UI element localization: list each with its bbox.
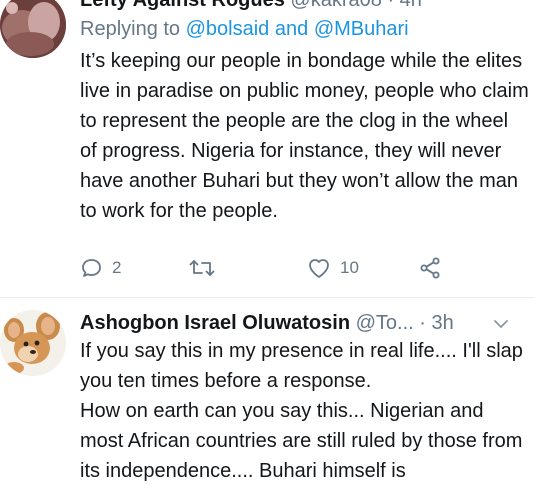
tweet-header: Ashogbon Israel Oluwatosin @To... · 3h [80, 311, 524, 335]
share-button[interactable] [418, 252, 442, 284]
tweet-header: Lefty Against Rogues @kakra08 · 4h [80, 0, 524, 12]
tweet-body: It’s keeping our people in bondage while… [80, 50, 529, 222]
separator-dot: · [419, 312, 432, 334]
tweet[interactable]: Lefty Against Rogues @kakra08 · 4h Reply… [0, 0, 534, 297]
replying-label: Replying to [80, 18, 181, 40]
avatar-image [0, 310, 66, 376]
avatar-image [0, 0, 66, 58]
mention-and[interactable]: and [275, 18, 308, 40]
reply-count: 2 [112, 258, 122, 277]
like-button[interactable]: 10 [306, 252, 359, 284]
mention-link[interactable]: @MBuhari [314, 18, 409, 40]
heart-icon [309, 259, 329, 278]
retweet-button[interactable] [188, 252, 224, 284]
timestamp[interactable]: 3h [431, 312, 453, 334]
share-icon [420, 257, 440, 279]
reply-button[interactable]: 2 [80, 252, 121, 284]
timestamp[interactable]: 4h [400, 0, 422, 11]
user-handle[interactable]: @kakra08 [290, 0, 381, 11]
like-count: 10 [340, 258, 359, 277]
tweet[interactable]: Ashogbon Israel Oluwatosin @To... · 3h I… [0, 298, 534, 482]
mention-link[interactable]: @bolsaid [186, 18, 270, 40]
tweet-actions: 2 10 [80, 252, 460, 284]
separator-dot: · [387, 0, 400, 11]
avatar[interactable] [0, 310, 66, 376]
display-name[interactable]: Ashogbon Israel Oluwatosin [80, 312, 350, 334]
reply-icon [82, 259, 101, 277]
chevron-down-icon [494, 320, 508, 328]
tweet-text: It’s keeping our people in bondage while… [80, 46, 530, 226]
tweet-line: How on earth can you say this... Nigeria… [80, 400, 523, 482]
tweet-text: If you say this in my presence in real l… [80, 336, 530, 486]
display-name[interactable]: Lefty Against Rogues [80, 0, 285, 11]
retweet-icon [189, 260, 215, 276]
replying-to: Replying to @bolsaid and @MBuhari [80, 16, 409, 42]
avatar[interactable] [0, 0, 66, 58]
user-handle[interactable]: @To... [356, 312, 414, 334]
tweet-line: If you say this in my presence in real l… [80, 340, 523, 392]
